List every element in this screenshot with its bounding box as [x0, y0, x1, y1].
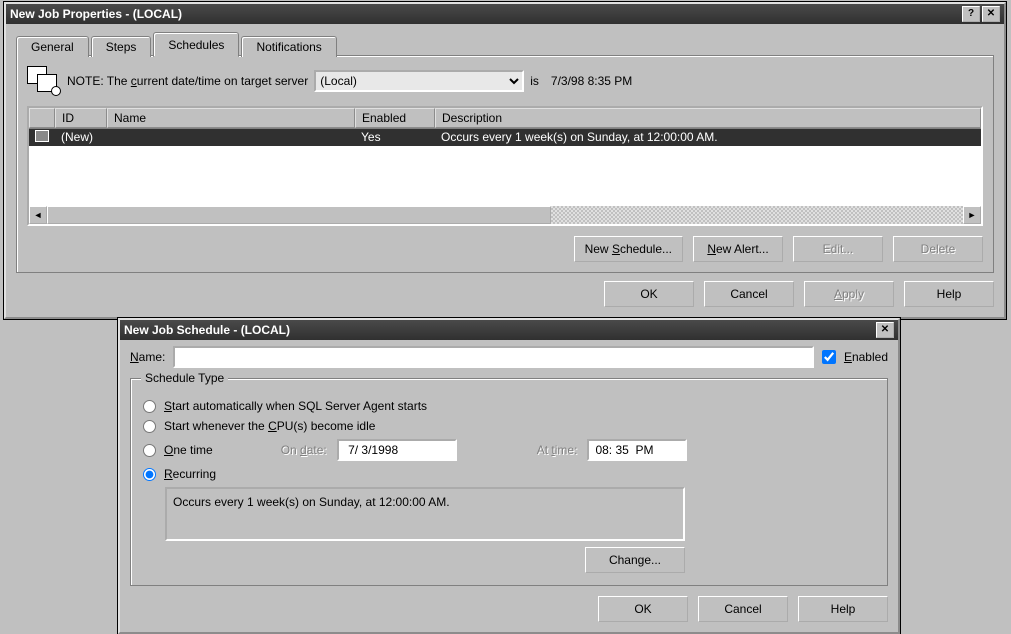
radio-autostart[interactable] — [143, 400, 156, 413]
apply-button[interactable]: Apply — [804, 281, 894, 307]
scroll-thumb[interactable] — [47, 206, 551, 224]
note-label: NOTE: The current date/time on target se… — [67, 74, 308, 88]
list-header: ID Name Enabled Description — [29, 108, 981, 129]
schedule-icon — [27, 66, 61, 96]
schedule-name-input[interactable] — [173, 346, 814, 368]
current-datetime: 7/3/98 8:35 PM — [551, 74, 632, 88]
radio-cpu-idle[interactable] — [143, 420, 156, 433]
radio-one-time[interactable] — [143, 444, 156, 457]
col-name[interactable]: Name — [107, 108, 355, 128]
title-text: New Job Properties - (LOCAL) — [10, 7, 960, 21]
schedule-list: ID Name Enabled Description (New) Yes Oc… — [27, 106, 983, 226]
schedule-type-group: Schedule Type Start automatically when S… — [130, 378, 888, 586]
group-legend: Schedule Type — [141, 371, 228, 385]
radio-recurring-label: Recurring — [164, 467, 216, 481]
ok-button[interactable]: OK — [604, 281, 694, 307]
tab-steps[interactable]: Steps — [91, 36, 152, 57]
new-schedule-button[interactable]: New Schedule... — [574, 236, 683, 262]
change-button[interactable]: Change... — [585, 547, 685, 573]
note-is: is — [530, 74, 539, 88]
cancel-button[interactable]: Cancel — [698, 596, 788, 622]
horizontal-scrollbar[interactable]: ◄ ► — [29, 206, 981, 224]
help-icon[interactable]: ? — [962, 6, 980, 22]
on-date-label: On date: — [281, 443, 327, 457]
close-icon[interactable]: ✕ — [876, 322, 894, 338]
tabpanel-schedules: NOTE: The current date/time on target se… — [16, 55, 994, 273]
job-properties-dialog: New Job Properties - (LOCAL) ? ✕ General… — [4, 2, 1006, 319]
col-description[interactable]: Description — [435, 108, 981, 128]
titlebar[interactable]: New Job Properties - (LOCAL) ? ✕ — [6, 4, 1004, 24]
tab-notifications[interactable]: Notifications — [241, 36, 336, 57]
list-item[interactable]: (New) Yes Occurs every 1 week(s) on Sund… — [29, 129, 981, 146]
row-description: Occurs every 1 week(s) on Sunday, at 12:… — [435, 129, 981, 146]
enabled-checkbox[interactable] — [822, 350, 836, 364]
tabstrip: General Steps Schedules Notifications — [16, 32, 994, 57]
edit-button[interactable]: Edit... — [793, 236, 883, 262]
title-text: New Job Schedule - (LOCAL) — [124, 323, 874, 337]
new-alert-button[interactable]: New Alert... — [693, 236, 783, 262]
close-icon[interactable]: ✕ — [982, 6, 1000, 22]
tab-general[interactable]: General — [16, 36, 89, 57]
recurring-description: Occurs every 1 week(s) on Sunday, at 12:… — [165, 487, 685, 541]
job-schedule-dialog: New Job Schedule - (LOCAL) ✕ Name: Enabl… — [118, 318, 900, 634]
cancel-button[interactable]: Cancel — [704, 281, 794, 307]
radio-autostart-label: Start automatically when SQL Server Agen… — [164, 399, 427, 413]
tab-schedules[interactable]: Schedules — [153, 32, 239, 57]
target-server-select[interactable]: (Local) — [314, 70, 524, 92]
col-icon[interactable] — [29, 108, 55, 128]
delete-button[interactable]: Delete — [893, 236, 983, 262]
help-button[interactable]: Help — [904, 281, 994, 307]
scroll-right-icon[interactable]: ► — [963, 206, 981, 224]
row-id: (New) — [55, 129, 107, 146]
titlebar[interactable]: New Job Schedule - (LOCAL) ✕ — [120, 320, 898, 340]
ok-button[interactable]: OK — [598, 596, 688, 622]
help-button[interactable]: Help — [798, 596, 888, 622]
scroll-left-icon[interactable]: ◄ — [29, 206, 47, 224]
radio-one-time-label: One time — [164, 443, 213, 457]
col-id[interactable]: ID — [55, 108, 107, 128]
enabled-label: Enabled — [844, 350, 888, 364]
at-time-label: At time: — [537, 443, 578, 457]
job-row-icon — [35, 130, 49, 142]
row-name — [107, 129, 355, 146]
name-label: Name: — [130, 350, 165, 364]
on-date-input[interactable] — [337, 439, 457, 461]
row-enabled: Yes — [355, 129, 435, 146]
col-enabled[interactable]: Enabled — [355, 108, 435, 128]
at-time-input[interactable] — [587, 439, 687, 461]
radio-recurring[interactable] — [143, 468, 156, 481]
radio-cpu-idle-label: Start whenever the CPU(s) become idle — [164, 419, 375, 433]
